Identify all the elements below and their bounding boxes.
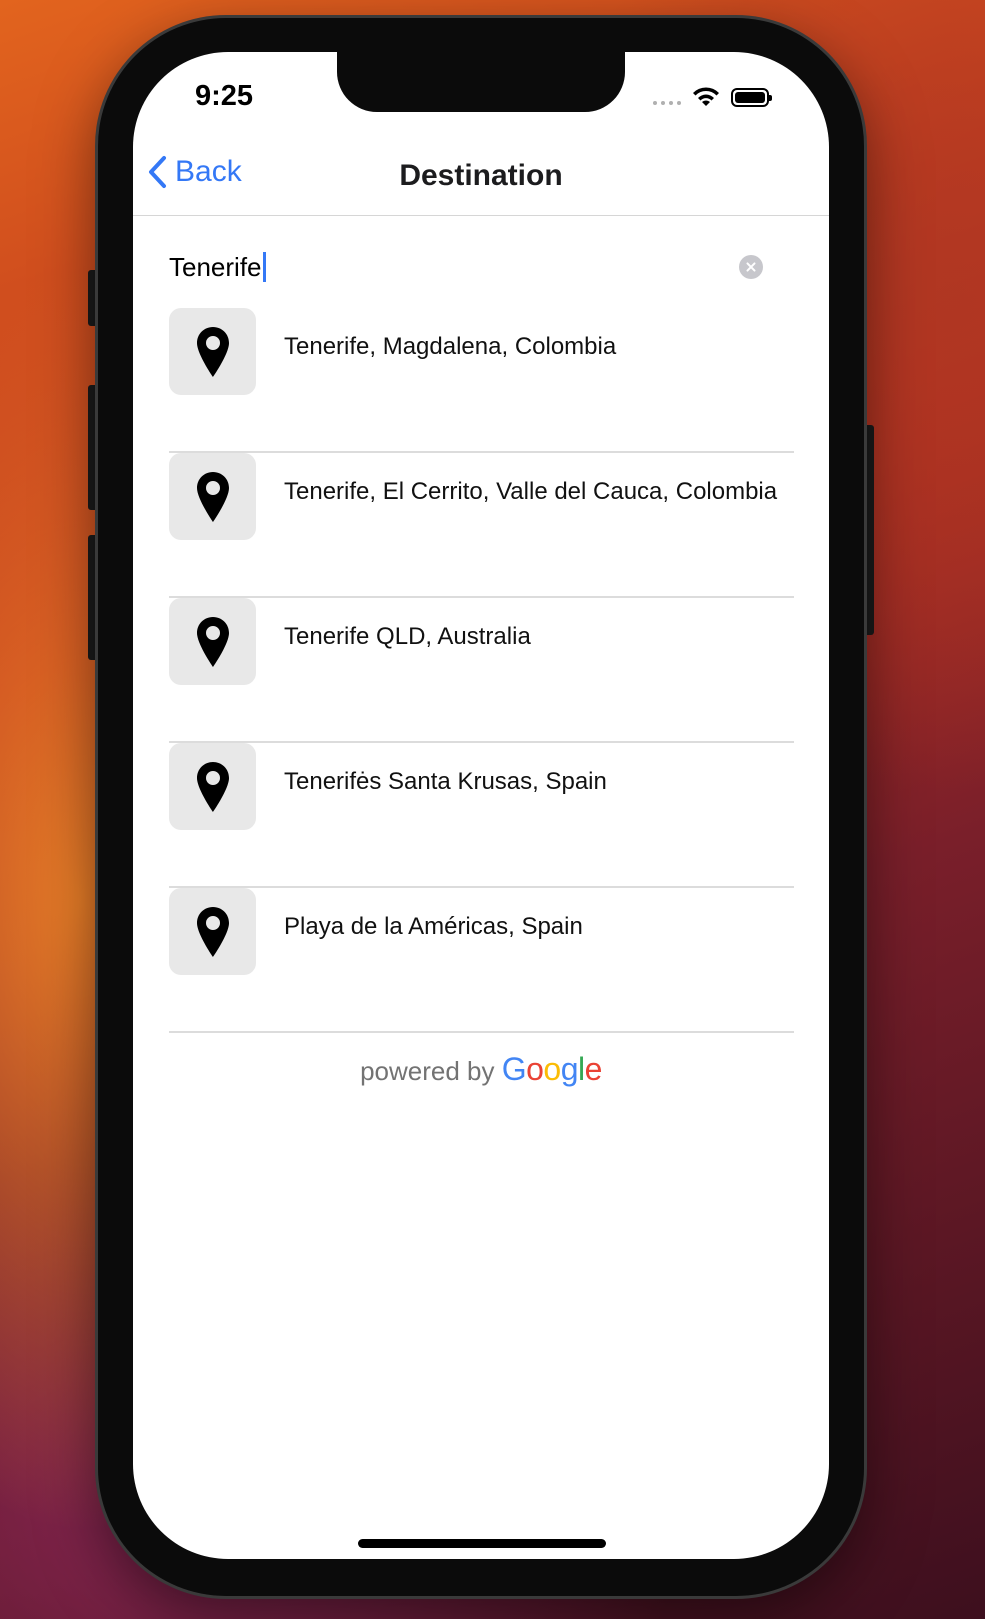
phone-notch [337,52,625,112]
text-caret [262,252,266,282]
google-logo: Google [501,1051,603,1087]
search-input[interactable]: Tenerife [169,242,729,292]
navigation-bar: Back Destination [133,147,829,216]
status-time: 9:25 [195,80,254,112]
result-item[interactable]: Tenerifės Santa Krusas, Spain [169,743,794,888]
search-input-value: Tenerife [169,251,262,282]
google-logo-letter: l [578,1051,585,1087]
result-item[interactable]: Playa de la Américas, Spain [169,888,794,1033]
powered-by-text: powered by [360,1056,495,1086]
page-title: Destination [399,159,563,192]
google-logo-letter: o [543,1051,561,1087]
wifi-icon [693,87,719,106]
result-item[interactable]: Tenerife, El Cerrito, Valle del Cauca, C… [169,453,794,598]
phone-volume-up-button [88,385,98,510]
phone-volume-down-button [88,535,98,660]
phone-silent-switch [88,270,98,326]
map-pin-icon [169,743,256,830]
result-label: Tenerife, Magdalena, Colombia [284,333,617,360]
map-pin-icon [169,453,256,540]
result-item[interactable]: Tenerife, Magdalena, Colombia [169,308,794,453]
status-icons [653,85,772,109]
result-label: Tenerife QLD, Australia [284,623,531,650]
google-logo-letter: g [560,1051,579,1087]
google-logo-letter: e [584,1051,603,1087]
map-pin-icon [169,888,256,975]
phone-power-button [864,425,874,635]
powered-by-google: powered by Google [133,1051,829,1088]
result-label: Playa de la Américas, Spain [284,913,583,940]
search-bar: Tenerife [169,242,769,292]
results-list: Tenerife, Magdalena, Colombia Tenerife, … [169,308,794,1033]
google-logo-letter: o [526,1051,544,1087]
cellular-signal-icon [653,101,681,105]
battery-icon [731,87,772,107]
result-label: Tenerife, El Cerrito, Valle del Cauca, C… [284,478,778,505]
clear-search-button[interactable] [739,255,763,279]
result-item[interactable]: Tenerife QLD, Australia [169,598,794,743]
home-indicator[interactable] [358,1539,606,1548]
map-pin-icon [169,308,256,395]
phone-screen: 9:25 Back Destination Tenerife Tenerife,… [133,52,829,1559]
result-label: Tenerifės Santa Krusas, Spain [284,768,607,795]
google-logo-letter: G [501,1051,527,1087]
map-pin-icon [169,598,256,685]
